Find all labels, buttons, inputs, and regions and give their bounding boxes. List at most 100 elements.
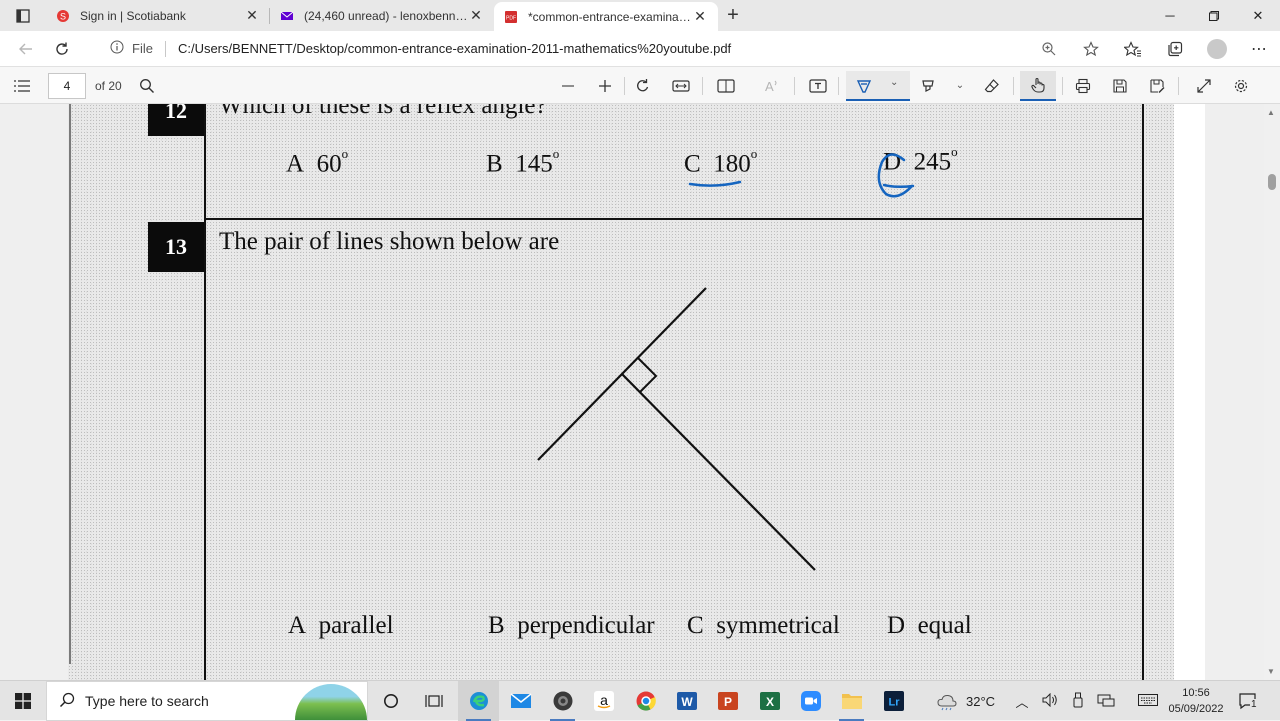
close-tab-icon[interactable]: ✕	[692, 8, 708, 25]
full-screen-icon[interactable]	[1188, 67, 1220, 104]
perpendicular-lines-diagram	[537, 287, 816, 571]
avatar	[1207, 38, 1227, 59]
clock[interactable]: 10:56 05/09/2022	[1160, 685, 1232, 717]
minimize-icon[interactable]: ─	[1148, 0, 1192, 31]
file-explorer-icon[interactable]	[831, 681, 872, 721]
tab-title: Sign in | Scotiabank	[80, 8, 186, 23]
svg-text:PDF: PDF	[506, 15, 516, 21]
favorites-icon[interactable]	[1112, 34, 1154, 64]
highlight-chevron-down-icon[interactable]: ⌄	[944, 67, 976, 104]
svg-text:a: a	[600, 692, 608, 708]
save-as-icon[interactable]	[1141, 67, 1173, 104]
notification-count-badge: 1	[1250, 699, 1258, 710]
window-controls: ─ ✕	[1148, 0, 1280, 31]
svg-text:A: A	[765, 79, 774, 94]
taskbar-search-box[interactable]: Type here to search	[46, 681, 368, 721]
page-view-icon[interactable]	[710, 67, 742, 104]
collections-icon[interactable]	[1154, 34, 1196, 64]
excel-icon[interactable]: X	[749, 681, 790, 721]
pdf-favicon-icon: PDF	[504, 10, 518, 24]
rotate-icon[interactable]	[627, 67, 659, 104]
save-icon[interactable]	[1104, 67, 1136, 104]
windows-logo-icon	[15, 693, 31, 709]
fit-page-icon[interactable]	[665, 67, 697, 104]
url-field[interactable]: File C:/Users/BENNETT/Desktop/common-ent…	[98, 34, 1100, 63]
search-icon	[59, 692, 75, 711]
right-angle-marker	[637, 357, 658, 393]
add-text-icon[interactable]	[802, 67, 834, 104]
address-bar: File C:/Users/BENNETT/Desktop/common-ent…	[0, 31, 1280, 66]
tab-mail[interactable]: (24,460 unread) - lenoxbennett@ ✕	[270, 0, 494, 31]
lightroom-icon[interactable]: Lr	[873, 681, 914, 721]
svg-text:Lr: Lr	[888, 697, 900, 709]
volume-icon[interactable]	[1036, 692, 1064, 710]
tab-title: (24,460 unread) - lenoxbennett@	[304, 8, 468, 23]
info-icon[interactable]	[110, 40, 128, 57]
draw-pen-icon	[856, 80, 872, 93]
amazon-icon[interactable]: a	[583, 681, 624, 721]
pdf-toolbar: 4 of 20 A ⌄ ⌄	[0, 66, 1280, 104]
task-view-icon[interactable]	[413, 681, 454, 721]
zoom-in-icon[interactable]	[589, 67, 621, 104]
powerpoint-icon[interactable]: P	[707, 681, 748, 721]
obs-icon[interactable]	[542, 681, 583, 721]
time-label: 10:56	[1182, 687, 1210, 699]
taskbar: Type here to search a W P X Lr 32°C ︿ 10…	[0, 680, 1280, 721]
touch-hand-icon	[1031, 77, 1045, 93]
svg-text:X: X	[765, 695, 773, 709]
tab-scotiabank[interactable]: S Sign in | Scotiabank ✕	[46, 0, 270, 31]
draw-tool-button[interactable]: ⌄	[846, 71, 910, 101]
word-icon[interactable]: W	[666, 681, 707, 721]
chrome-icon[interactable]	[625, 681, 666, 721]
tab-actions-icon	[16, 8, 30, 23]
maximize-icon[interactable]	[1192, 0, 1236, 31]
page-number-input[interactable]: 4	[48, 73, 86, 99]
table-of-contents-icon[interactable]	[6, 67, 38, 104]
network-icon[interactable]	[1092, 693, 1120, 710]
page-count-label: of 20	[95, 79, 122, 93]
tab-bar: S Sign in | Scotiabank ✕ (24,460 unread)…	[0, 0, 1280, 31]
line-two	[621, 373, 816, 571]
read-aloud-icon[interactable]: A	[756, 67, 788, 104]
zoom-out-icon[interactable]	[552, 67, 584, 104]
notifications-button[interactable]: 1	[1238, 681, 1258, 721]
touch-writing-button[interactable]	[1020, 71, 1056, 101]
tab-title: *common-entrance-examination	[528, 9, 692, 24]
mail-icon[interactable]	[500, 681, 541, 721]
close-window-icon[interactable]: ✕	[1236, 0, 1280, 31]
chevron-down-icon[interactable]: ⌄	[890, 77, 898, 88]
scroll-up-icon[interactable]: ▲	[1267, 108, 1275, 117]
weather-widget[interactable]: 32°C	[936, 681, 995, 721]
profile-button[interactable]	[1196, 34, 1238, 64]
show-hidden-icons-chevron-up-icon[interactable]: ︿	[1014, 692, 1030, 711]
cortana-icon[interactable]	[370, 681, 411, 721]
close-tab-icon[interactable]: ✕	[244, 7, 260, 24]
edge-icon[interactable]	[458, 681, 499, 721]
scrollbar-thumb[interactable]	[1268, 174, 1276, 190]
print-icon[interactable]	[1067, 67, 1099, 104]
tab-pdf[interactable]: PDF *common-entrance-examination ✕	[494, 2, 718, 31]
zoom-icon[interactable]	[1028, 34, 1070, 64]
new-tab-button[interactable]: +	[718, 0, 748, 31]
back-arrow-icon	[19, 43, 32, 54]
scotiabank-favicon-icon: S	[56, 9, 70, 23]
zoom-meetings-icon[interactable]	[790, 681, 831, 721]
url-text: C:/Users/BENNETT/Desktop/common-entrance…	[177, 41, 732, 56]
pdf-settings-gear-icon[interactable]	[1225, 67, 1257, 104]
scroll-down-icon[interactable]: ▼	[1267, 667, 1275, 676]
tab-actions-button[interactable]	[0, 0, 46, 31]
pdf-viewport[interactable]: 12 Which of these is a reflex angle? A 6…	[0, 104, 1264, 680]
add-favorite-icon[interactable]	[1070, 34, 1112, 64]
refresh-button[interactable]	[46, 34, 78, 64]
vertical-scrollbar[interactable]: ▲ ▼	[1264, 104, 1280, 680]
settings-menu-icon[interactable]: ⋯	[1238, 34, 1280, 64]
usb-device-icon[interactable]	[1064, 692, 1092, 711]
date-label: 05/09/2022	[1168, 703, 1224, 715]
highlight-icon[interactable]	[912, 67, 944, 104]
find-icon[interactable]	[131, 67, 163, 104]
eraser-icon[interactable]	[976, 67, 1008, 104]
close-tab-icon[interactable]: ✕	[468, 7, 484, 24]
refresh-icon	[56, 42, 68, 55]
start-button[interactable]	[0, 681, 46, 721]
back-button[interactable]	[10, 34, 42, 64]
